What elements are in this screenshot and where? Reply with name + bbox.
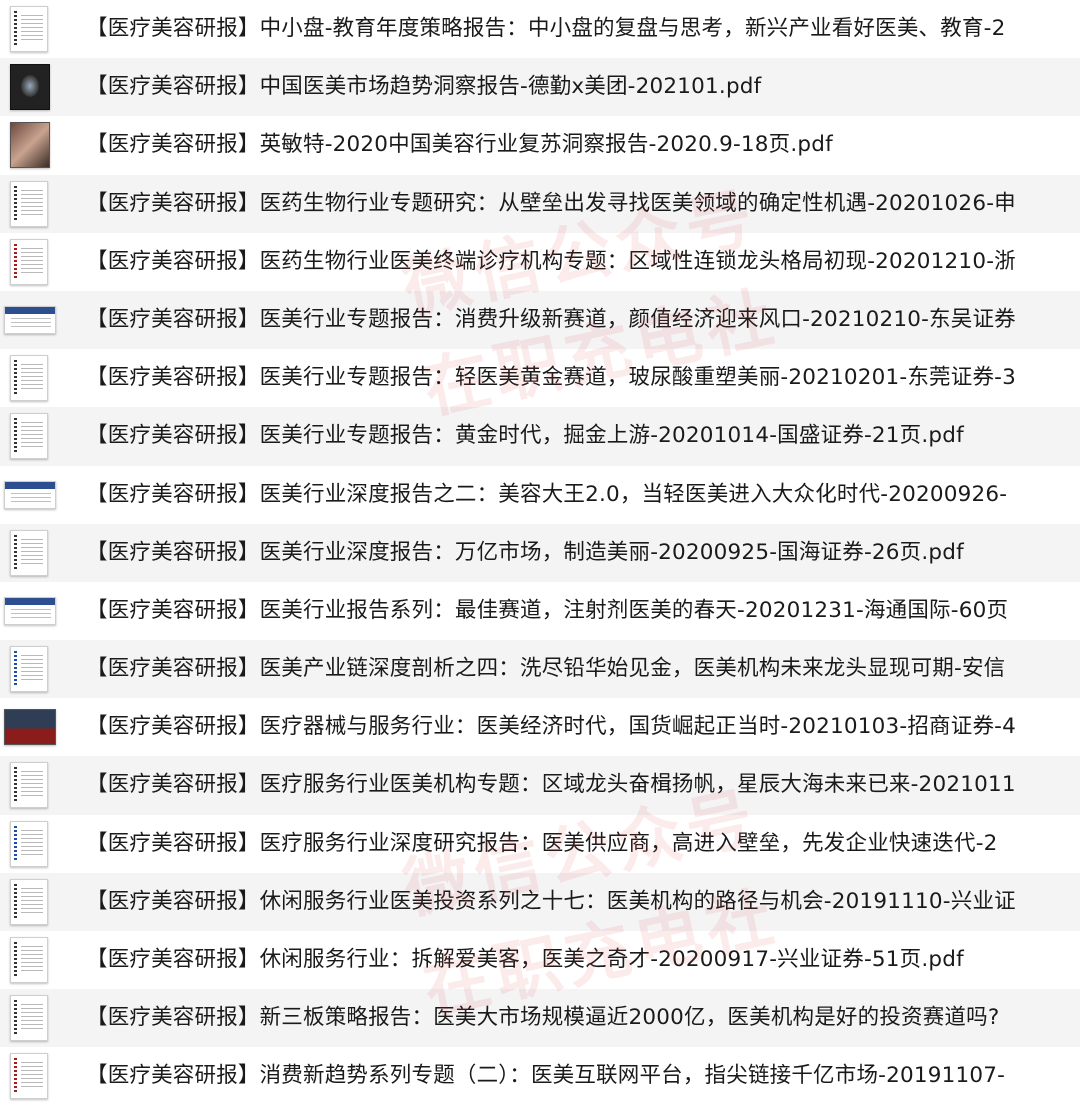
file-thumbnail-icon bbox=[10, 122, 50, 169]
file-row[interactable]: 【医疗美容研报】休闲服务行业：拆解爱美客，医美之奇才-20200917-兴业证券… bbox=[0, 931, 1080, 989]
file-name: 【医疗美容研报】医美行业专题报告：黄金时代，掘金上游-20201014-国盛证券… bbox=[86, 423, 964, 449]
file-row[interactable]: 【医疗美容研报】医美行业报告系列：最佳赛道，注射剂医美的春天-20201231-… bbox=[0, 582, 1080, 640]
file-name: 【医疗美容研报】医美行业深度报告：万亿市场，制造美丽-20200925-国海证券… bbox=[86, 539, 964, 565]
file-name: 【医疗美容研报】医药生物行业医美终端诊疗机构专题：区域性连锁龙头格局初现-202… bbox=[86, 248, 1016, 274]
file-name: 【医疗美容研报】中小盘-教育年度策略报告：中小盘的复盘与思考，新兴产业看好医美、… bbox=[86, 16, 1006, 41]
file-row[interactable]: 【医疗美容研报】医药生物行业专题研究：从壁垒出发寻找医美领域的确定性机遇-202… bbox=[0, 174, 1080, 233]
file-thumbnail-icon bbox=[10, 1053, 48, 1100]
file-row[interactable]: 【医疗美容研报】医美行业专题报告：轻医美黄金赛道，玻尿酸重塑美丽-2021020… bbox=[0, 349, 1080, 407]
file-name: 【医疗美容研报】医美行业报告系列：最佳赛道，注射剂医美的春天-20201231-… bbox=[86, 597, 1009, 623]
file-thumbnail-icon bbox=[4, 709, 56, 746]
file-name: 【医疗美容研报】休闲服务行业：拆解爱美客，医美之奇才-20200917-兴业证券… bbox=[86, 947, 964, 972]
file-row[interactable]: 【医疗美容研报】中小盘-教育年度策略报告：中小盘的复盘与思考，新兴产业看好医美、… bbox=[0, 0, 1080, 58]
file-name: 【医疗美容研报】医疗服务行业深度研究报告：医美供应商，高进入壁垒，先发企业快速迭… bbox=[86, 830, 998, 856]
file-name: 【医疗美容研报】医美行业深度报告之二：美容大王2.0，当轻医美进入大众化时代-2… bbox=[86, 481, 1008, 507]
file-thumbnail-icon bbox=[10, 820, 48, 867]
file-row[interactable]: 【医疗美容研报】消费新趋势系列专题（二）：医美互联网平台，指尖链接千亿市场-20… bbox=[0, 1047, 1080, 1105]
file-thumbnail-icon bbox=[10, 413, 48, 460]
file-row[interactable]: 【医疗美容研报】医疗器械与服务行业：医美经济时代，国货崛起正当时-2021010… bbox=[0, 698, 1080, 756]
file-row[interactable]: 【医疗美容研报】医美行业专题报告：消费升级新赛道，颜值经济迎来风口-202102… bbox=[0, 290, 1080, 350]
file-name: 【医疗美容研报】消费新趋势系列专题（二）：医美互联网平台，指尖链接千亿市场-20… bbox=[86, 1063, 1006, 1089]
file-thumbnail-icon bbox=[10, 878, 48, 925]
file-thumbnail-icon bbox=[10, 646, 48, 693]
file-row[interactable]: 【医疗美容研报】医疗服务行业深度研究报告：医美供应商，高进入壁垒，先发企业快速迭… bbox=[0, 815, 1080, 873]
file-thumbnail-icon bbox=[10, 6, 48, 52]
file-name: 【医疗美容研报】医药生物行业专题研究：从壁垒出发寻找医美领域的确定性机遇-202… bbox=[86, 190, 1016, 216]
file-thumbnail-icon bbox=[10, 529, 48, 576]
file-row[interactable]: 【医疗美容研报】医药生物行业医美终端诊疗机构专题：区域性连锁龙头格局初现-202… bbox=[0, 233, 1080, 291]
file-list: 【医疗美容研报】中小盘-教育年度策略报告：中小盘的复盘与思考，新兴产业看好医美、… bbox=[0, 0, 1080, 1106]
file-row[interactable]: 【医疗美容研报】休闲服务行业医美投资系列之十七：医美机构的路径与机会-20191… bbox=[0, 872, 1080, 931]
file-name: 【医疗美容研报】休闲服务行业医美投资系列之十七：医美机构的路径与机会-20191… bbox=[86, 888, 1016, 914]
file-thumbnail-icon bbox=[10, 762, 48, 809]
file-thumbnail-icon bbox=[10, 238, 48, 285]
file-thumbnail-icon bbox=[4, 596, 56, 625]
file-name: 【医疗美容研报】中国医美市场趋势洞察报告-德勤x美团-202101.pdf bbox=[86, 74, 762, 100]
file-row[interactable]: 【医疗美容研报】医疗服务行业医美机构专题：区域龙头奋楫扬帆，星辰大海未来已来-2… bbox=[0, 756, 1080, 815]
file-thumbnail-icon bbox=[4, 305, 56, 334]
file-name: 【医疗美容研报】英敏特-2020中国美容行业复苏洞察报告-2020.9-18页.… bbox=[86, 132, 833, 158]
file-thumbnail-icon bbox=[10, 64, 50, 111]
file-thumbnail-icon bbox=[10, 995, 48, 1042]
file-thumbnail-icon bbox=[4, 480, 56, 509]
file-name: 【医疗美容研报】医美行业专题报告：轻医美黄金赛道，玻尿酸重塑美丽-2021020… bbox=[86, 365, 1016, 391]
file-thumbnail-icon bbox=[10, 355, 48, 402]
file-thumbnail-icon bbox=[10, 180, 48, 227]
file-name: 【医疗美容研报】医美行业专题报告：消费升级新赛道，颜值经济迎来风口-202102… bbox=[86, 306, 1016, 332]
file-row[interactable]: 【医疗美容研报】医美行业专题报告：黄金时代，掘金上游-20201014-国盛证券… bbox=[0, 407, 1080, 466]
file-row[interactable]: 【医疗美容研报】英敏特-2020中国美容行业复苏洞察报告-2020.9-18页.… bbox=[0, 116, 1080, 174]
file-thumbnail-icon bbox=[10, 937, 48, 983]
file-row[interactable]: 【医疗美容研报】医美行业深度报告之二：美容大王2.0，当轻医美进入大众化时代-2… bbox=[0, 466, 1080, 524]
file-row[interactable]: 【医疗美容研报】医美行业深度报告：万亿市场，制造美丽-20200925-国海证券… bbox=[0, 523, 1080, 582]
file-row[interactable]: 【医疗美容研报】新三板策略报告：医美大市场规模逼近2000亿，医美机构是好的投资… bbox=[0, 989, 1080, 1048]
file-name: 【医疗美容研报】医美产业链深度剖析之四：洗尽铅华始见金，医美机构未来龙头显现可期… bbox=[86, 656, 1006, 682]
file-name: 【医疗美容研报】医疗服务行业医美机构专题：区域龙头奋楫扬帆，星辰大海未来已来-2… bbox=[86, 772, 1016, 798]
file-row[interactable]: 【医疗美容研报】医美产业链深度剖析之四：洗尽铅华始见金，医美机构未来龙头显现可期… bbox=[0, 640, 1080, 699]
file-name: 【医疗美容研报】新三板策略报告：医美大市场规模逼近2000亿，医美机构是好的投资… bbox=[86, 1005, 1000, 1031]
file-name: 【医疗美容研报】医疗器械与服务行业：医美经济时代，国货崛起正当时-2021010… bbox=[86, 714, 1016, 740]
file-row[interactable]: 【医疗美容研报】中国医美市场趋势洞察报告-德勤x美团-202101.pdf bbox=[0, 58, 1080, 117]
